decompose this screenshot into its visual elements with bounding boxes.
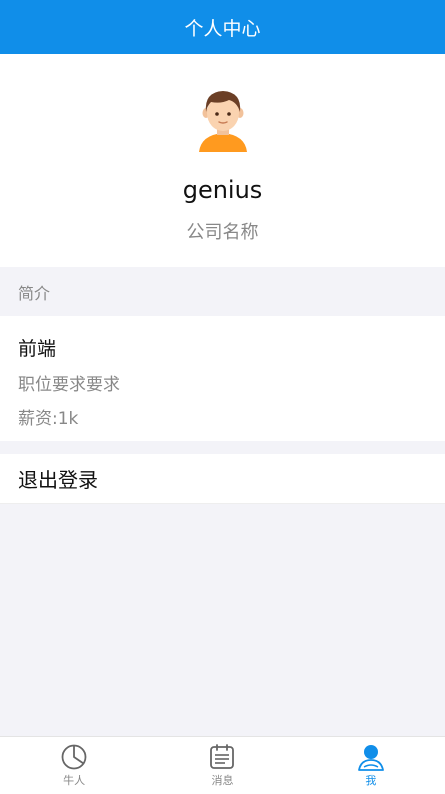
calendar-icon (210, 744, 235, 769)
profile-card: genius 公司名称 (0, 54, 445, 267)
job-info-card: 前端 职位要求要求 薪资:1k (0, 316, 445, 441)
user-icon (357, 745, 384, 771)
tab-me-label: 我 (365, 774, 377, 787)
pie-chart-icon (61, 744, 87, 770)
tab-talent[interactable]: 牛人 (0, 737, 148, 794)
tab-bar: 牛人 消息 我 (0, 736, 445, 794)
logout-button[interactable]: 退出登录 (0, 454, 445, 504)
job-salary: 薪资:1k (18, 409, 79, 429)
username: genius (182, 176, 263, 204)
tab-talent-label: 牛人 (63, 774, 86, 787)
job-description: 职位要求要求 (18, 375, 120, 395)
tab-messages[interactable]: 消息 (148, 737, 296, 794)
app: 个人中心 genius 公司名称 简介 前端 职位要求要求 薪资:1k 退出登录… (0, 0, 445, 794)
page-title: 个人中心 (184, 17, 261, 40)
logout-label: 退出登录 (18, 468, 98, 492)
intro-label: 简介 (18, 283, 51, 303)
avatar (199, 91, 247, 152)
intro-section-header: 简介 (0, 267, 445, 316)
navbar: 个人中心 (0, 0, 445, 54)
tab-me[interactable]: 我 (297, 737, 445, 794)
job-title: 前端 (18, 338, 57, 360)
tab-messages-label: 消息 (211, 774, 234, 787)
company-name: 公司名称 (186, 222, 259, 243)
